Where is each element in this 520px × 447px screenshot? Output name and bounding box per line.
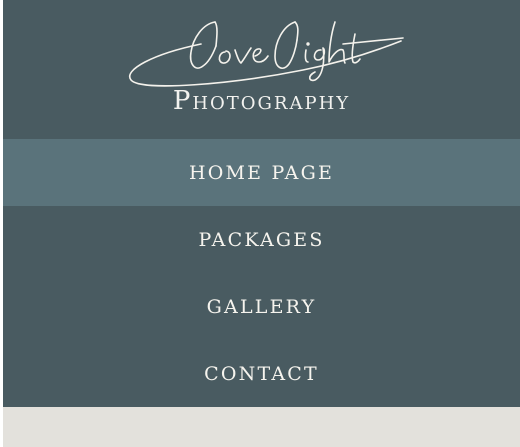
logo-subtitle: Photography (172, 86, 351, 116)
site-logo[interactable]: Photography (3, 0, 520, 139)
page-content-background (3, 407, 520, 447)
nav-item-contact[interactable]: CONTACT (3, 340, 520, 407)
nav-item-packages[interactable]: PACKAGES (3, 206, 520, 273)
nav-item-home-page[interactable]: HOME PAGE (3, 139, 520, 206)
navigation-menu: Photography HOME PAGE PACKAGES GALLERY C… (3, 0, 520, 407)
nav-item-gallery[interactable]: GALLERY (3, 273, 520, 340)
